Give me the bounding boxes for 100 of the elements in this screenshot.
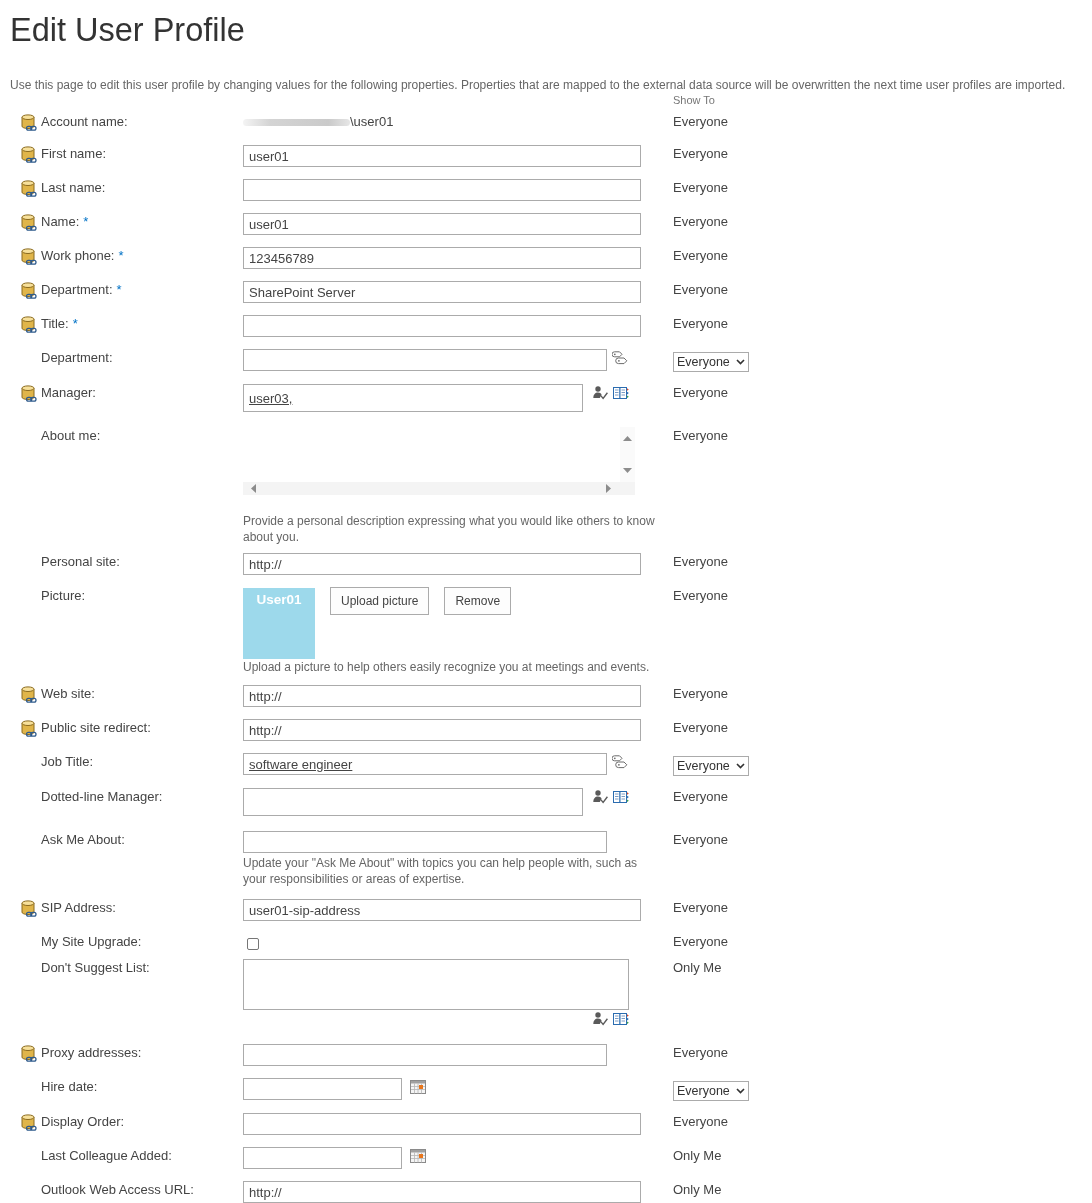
visibility-text: Everyone — [673, 248, 728, 263]
field-label: Last name: — [41, 180, 106, 195]
visibility-text: Everyone — [673, 789, 728, 804]
required-mark: * — [83, 214, 89, 229]
field-label: About me: — [41, 428, 101, 443]
field-label: Name: — [41, 214, 80, 229]
text-field[interactable]: http:// — [243, 1181, 641, 1203]
address-book-icon[interactable] — [613, 1012, 629, 1026]
field-label: Work phone: — [41, 248, 115, 263]
checkbox[interactable] — [247, 938, 259, 950]
field-label: My Site Upgrade: — [41, 934, 142, 949]
field-label: Account name: — [41, 114, 128, 129]
text-field[interactable]: user01 — [243, 213, 641, 235]
text-field[interactable]: http:// — [243, 553, 641, 575]
chevron-down-icon — [736, 763, 745, 769]
visibility-text: Everyone — [673, 832, 728, 847]
person-check-icon[interactable] — [593, 1012, 608, 1026]
chevron-down-icon — [736, 1088, 745, 1094]
visibility-text: Everyone — [673, 720, 728, 735]
tags-icon[interactable] — [612, 755, 628, 769]
field-label: Public site redirect: — [41, 720, 151, 735]
date-field[interactable] — [243, 1078, 402, 1100]
date-field[interactable] — [243, 1147, 402, 1169]
field-label: Picture: — [41, 588, 86, 603]
person-check-icon[interactable] — [593, 790, 608, 804]
visibility-text: Everyone — [673, 146, 728, 161]
text-field[interactable]: user01 — [243, 145, 641, 167]
visibility-text: Everyone — [673, 316, 728, 331]
visibility-text: Everyone — [673, 1114, 728, 1129]
required-mark: * — [116, 282, 122, 297]
text-field[interactable]: http:// — [243, 719, 641, 741]
visibility-text: Everyone — [673, 180, 728, 195]
field-label: Web site: — [41, 686, 95, 701]
help-text: Provide a personal description expressing what you would like others to know about you. — [243, 513, 656, 545]
visibility-text: Everyone — [673, 686, 728, 701]
visibility-text: Everyone — [673, 1045, 728, 1060]
address-book-icon[interactable] — [613, 790, 629, 804]
scroll-right-icon[interactable] — [606, 484, 611, 493]
account-name-value: \user01 — [350, 113, 394, 131]
required-mark: * — [72, 316, 78, 331]
visibility-text: Everyone — [673, 282, 728, 297]
text-field[interactable]: software engineer — [243, 753, 607, 775]
field-label: Dotted-line Manager: — [41, 789, 163, 804]
visibility-dropdown[interactable]: Everyone — [673, 1081, 749, 1101]
field-label: Manager: — [41, 385, 96, 400]
person-check-icon[interactable] — [593, 386, 608, 400]
address-book-icon[interactable] — [613, 386, 629, 400]
people-picker-field[interactable] — [243, 788, 583, 816]
scroll-left-icon[interactable] — [251, 484, 256, 493]
visibility-text: Everyone — [673, 934, 728, 949]
text-field[interactable] — [243, 1113, 641, 1135]
field-label: Don't Suggest List: — [41, 960, 150, 975]
visibility-text: Everyone — [673, 214, 728, 229]
text-field[interactable] — [243, 315, 641, 337]
required-mark: * — [118, 248, 124, 263]
visibility-text: Everyone — [673, 428, 728, 443]
calendar-icon[interactable] — [410, 1080, 426, 1094]
chevron-down-icon — [736, 359, 745, 365]
visibility-text: Everyone — [673, 900, 728, 915]
visibility-text: Everyone — [673, 588, 728, 603]
page-title: Edit User Profile — [9, 11, 246, 50]
help-text: Update your "Ask Me About" with topics you can help people with, such as your responsibilities or areas of expertise. — [243, 855, 639, 887]
text-field[interactable]: http:// — [243, 685, 641, 707]
visibility-text: Everyone — [673, 385, 728, 400]
text-field[interactable]: 123456789 — [243, 247, 641, 269]
field-label: Hire date: — [41, 1079, 98, 1094]
scroll-up-icon[interactable] — [623, 436, 632, 441]
column-heading: Show To — [673, 93, 716, 108]
visibility-dropdown[interactable]: Everyone — [673, 352, 749, 372]
text-field[interactable] — [243, 179, 641, 201]
field-label: Ask Me About: — [41, 832, 125, 847]
vertical-scrollbar[interactable] — [620, 427, 635, 482]
text-field[interactable] — [243, 349, 607, 371]
field-label: Proxy addresses: — [41, 1045, 142, 1060]
text-field[interactable] — [243, 1044, 607, 1066]
visibility-text: Everyone — [673, 554, 728, 569]
field-label: Department: — [41, 282, 113, 297]
horizontal-scrollbar[interactable] — [243, 482, 635, 495]
field-label: Display Order: — [41, 1114, 125, 1129]
picture-button[interactable]: Remove — [444, 587, 512, 615]
text-field[interactable]: SharePoint Server — [243, 281, 641, 303]
text-field[interactable]: user01-sip-address — [243, 899, 641, 921]
tags-icon[interactable] — [612, 351, 628, 365]
field-label: Job Title: — [41, 754, 94, 769]
people-picker-field[interactable]: user03, — [243, 384, 583, 412]
visibility-dropdown[interactable]: Everyone — [673, 756, 749, 776]
calendar-icon[interactable] — [410, 1149, 426, 1163]
field-label: Personal site: — [41, 554, 120, 569]
visibility-text: Everyone — [673, 114, 728, 129]
text-field[interactable] — [243, 831, 607, 853]
visibility-text: Only Me — [673, 1148, 722, 1163]
help-text: Upload a picture to help others easily recognize you at meetings and events. — [243, 659, 651, 675]
profile-picture-tile: User01 — [243, 588, 315, 659]
visibility-text: Only Me — [673, 1182, 722, 1197]
field-label: Title: — [41, 316, 69, 331]
picture-button[interactable]: Upload picture — [330, 587, 430, 615]
scroll-down-icon[interactable] — [623, 468, 632, 473]
field-label: SIP Address: — [41, 900, 116, 915]
field-label: Department: — [41, 350, 113, 365]
page-description: Use this page to edit this user profile by changing values for the following properties. Properties that are mapped to the external data source will be overwritten the next time user profiles are imported. — [10, 77, 1067, 93]
